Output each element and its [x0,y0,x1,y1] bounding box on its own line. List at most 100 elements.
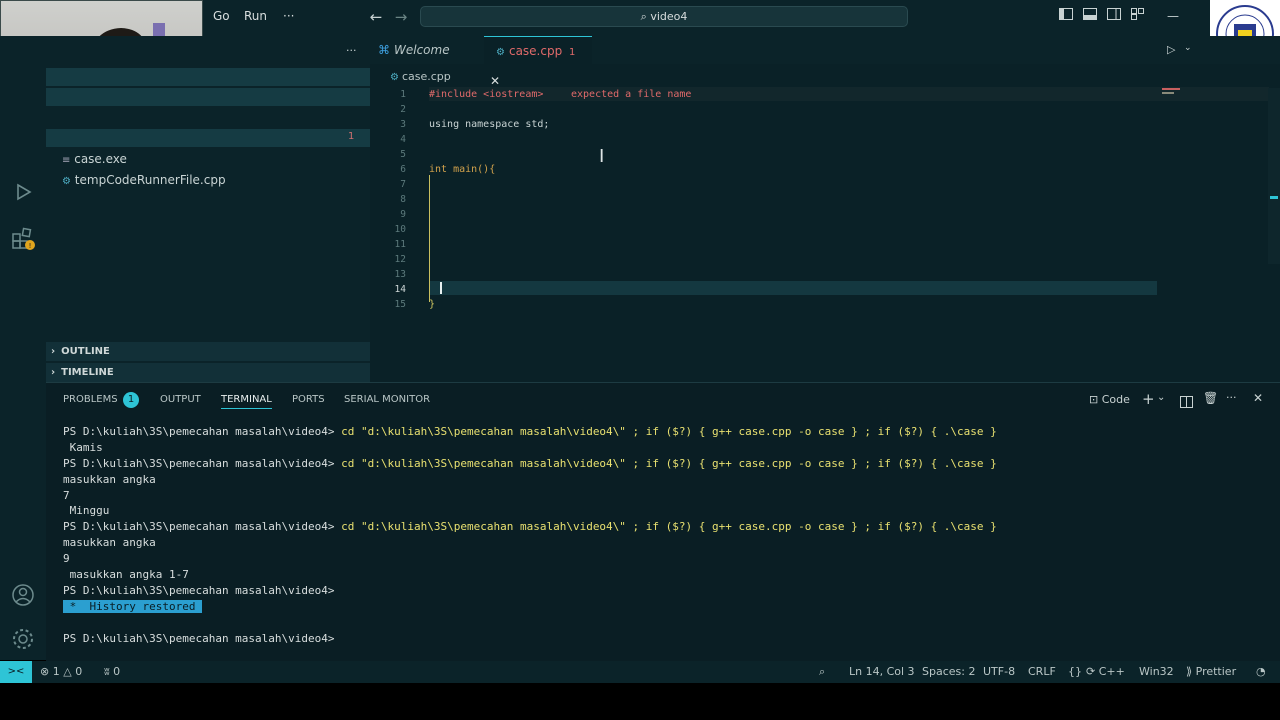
indentation[interactable]: Spaces: 2 [922,665,975,678]
menu-more[interactable]: ··· [283,9,294,23]
status-bar: >< ⊗ 1 △ 0 ʬ 0 ⌕ Ln 14, Col 3 Spaces: 2 … [0,661,1280,683]
account-icon[interactable] [10,582,36,608]
text-cursor-icon: I [599,146,605,167]
trash-icon[interactable]: 🗑 [1203,391,1218,405]
sync-icon: ⟳ [1086,665,1096,678]
code-line[interactable]: int main(){ [429,164,495,175]
back-arrow-icon[interactable]: ← [368,9,384,25]
error-count: 1 [52,665,60,678]
cursor-position[interactable]: Ln 14, Col 3 [849,665,915,678]
terminal-line: 7 [63,489,70,502]
terminal-line: Minggu [63,504,110,517]
chevron-down-icon[interactable]: ⌄ [1184,43,1192,53]
warning-count: 0 [75,665,83,678]
breadcrumb[interactable]: ⚙ case.cpp [390,70,451,83]
editor-area: ··· ⌘ Welcome ⚙ case.cpp 1 ✕ ▷ ⌄ ⚙ case.cpp… [346,36,1280,382]
line-number: 15 [394,299,406,310]
extensions-icon[interactable]: ! [11,226,37,252]
prettier-label: Prettier [1195,665,1237,678]
activity-bar: ! [0,36,46,660]
more-actions-icon[interactable]: ··· [346,44,357,57]
code-line[interactable]: using namespace std; [429,119,549,130]
explorer-sidebar: 1 ≡ case.exe ⚙ tempCodeRunnerFile.cpp › O… [46,36,370,382]
run-debug-icon[interactable] [11,180,35,204]
file-item-case-exe[interactable]: ≡ case.exe [62,152,127,166]
braces-icon[interactable]: {} [1068,665,1082,678]
line-number: 6 [400,164,406,175]
tab-label: Welcome [394,43,450,57]
vscode-logo-icon: ⌘ [378,43,390,57]
chevron-right-icon: › [51,346,56,357]
remote-indicator[interactable]: >< [0,661,32,683]
close-icon[interactable]: ✕ [490,74,500,88]
toggle-secondary-sidebar-icon[interactable] [1106,8,1122,24]
forward-arrow-icon[interactable]: → [393,9,409,25]
outline-section[interactable]: › OUTLINE [46,342,370,361]
tab-ports[interactable]: PORTS [292,394,325,405]
notifications-bell-icon[interactable]: ◔ [1256,665,1266,678]
tab-serial-monitor[interactable]: SERIAL MONITOR [344,394,430,405]
gear-file-icon: ⚙ [390,72,399,83]
gear-file-icon: ⚙ [496,47,505,58]
line-number: 12 [394,254,406,265]
search-icon: ⌕ [640,10,651,23]
warning-icon: △ [63,665,72,678]
chevron-down-icon[interactable]: ⌄ [1157,392,1165,403]
encoding[interactable]: UTF-8 [983,665,1015,678]
code-line[interactable]: #include <iostream> [429,89,543,100]
customize-layout-icon[interactable] [1130,8,1146,24]
command-search-box[interactable]: ⌕ video4 [420,6,908,27]
settings-gear-icon[interactable] [10,626,36,652]
file-name: case.exe [74,152,127,166]
outline-label: OUTLINE [61,346,110,357]
tab-case-cpp[interactable]: ⚙ case.cpp 1 ✕ [484,36,592,88]
more-actions-icon[interactable]: ··· [1226,391,1237,404]
close-panel-icon[interactable]: ✕ [1253,391,1263,405]
code-line[interactable]: } [429,299,435,310]
terminal-line: masukkan angka [63,536,156,549]
explorer-header-band [46,68,370,86]
zoom-search-icon[interactable]: ⌕ [819,665,825,679]
toggle-sidebar-icon[interactable] [1058,8,1074,24]
inline-error-message: expected a file name [571,89,692,100]
menu-run[interactable]: Run [244,9,267,23]
toggle-panel-icon[interactable] [1082,8,1098,24]
terminal-line: 9 [63,552,70,565]
new-terminal-plus-icon[interactable]: + [1142,390,1155,408]
explorer-selected-file-band[interactable]: 1 [46,129,370,147]
tab-welcome[interactable]: ⌘ Welcome [378,36,482,64]
line-number: 7 [400,179,406,190]
bottom-panel: PROBLEMS 1 OUTPUT TERMINAL PORTS SERIAL … [46,382,1280,661]
prettier-status[interactable]: ⟫ Prettier [1186,665,1236,678]
platform[interactable]: Win32 [1139,665,1174,678]
terminal-prompt[interactable]: PS D:\kuliah\3S\pemecahan masalah\video4… [63,632,335,645]
history-restored-banner: * History restored [63,600,203,613]
ports-status[interactable]: ʬ 0 [104,665,120,678]
terminal-line: masukkan angka [63,473,156,486]
svg-text:!: ! [29,242,32,250]
terminal-line: masukkan angka 1-7 [63,568,189,581]
editor-scrollbar[interactable] [1268,88,1280,264]
minimap-error-mark [1162,88,1180,90]
terminal-line: PS D:\kuliah\3S\pemecahan masalah\video4… [63,520,997,533]
file-item-tempcoderunner[interactable]: ⚙ tempCodeRunnerFile.cpp [62,173,226,187]
line-number: 4 [400,134,406,145]
split-terminal-icon[interactable] [1180,393,1193,412]
problems-status[interactable]: ⊗ 1 △ 0 [40,665,82,678]
line-number: 8 [400,194,406,205]
menu-go[interactable]: Go [213,9,230,23]
broadcast-icon: ʬ [104,665,110,678]
end-of-line[interactable]: CRLF [1028,665,1056,678]
run-file-icon[interactable]: ▷ [1167,43,1175,56]
line-number: 1 [400,89,406,100]
language-mode[interactable]: ⟳ C++ [1086,665,1125,678]
tab-problem-count: 1 [569,47,576,58]
terminal-line: PS D:\kuliah\3S\pemecahan masalah\video4… [63,425,997,438]
tab-problems[interactable]: PROBLEMS [63,394,118,405]
terminal-selector[interactable]: ⊡ Code [1089,393,1130,406]
tab-output[interactable]: OUTPUT [160,394,201,405]
chevron-right-icon: › [51,367,56,378]
minimize-icon[interactable]: — [1165,8,1181,24]
tab-terminal[interactable]: TERMINAL [221,394,272,409]
timeline-section[interactable]: › TIMELINE [46,363,370,382]
